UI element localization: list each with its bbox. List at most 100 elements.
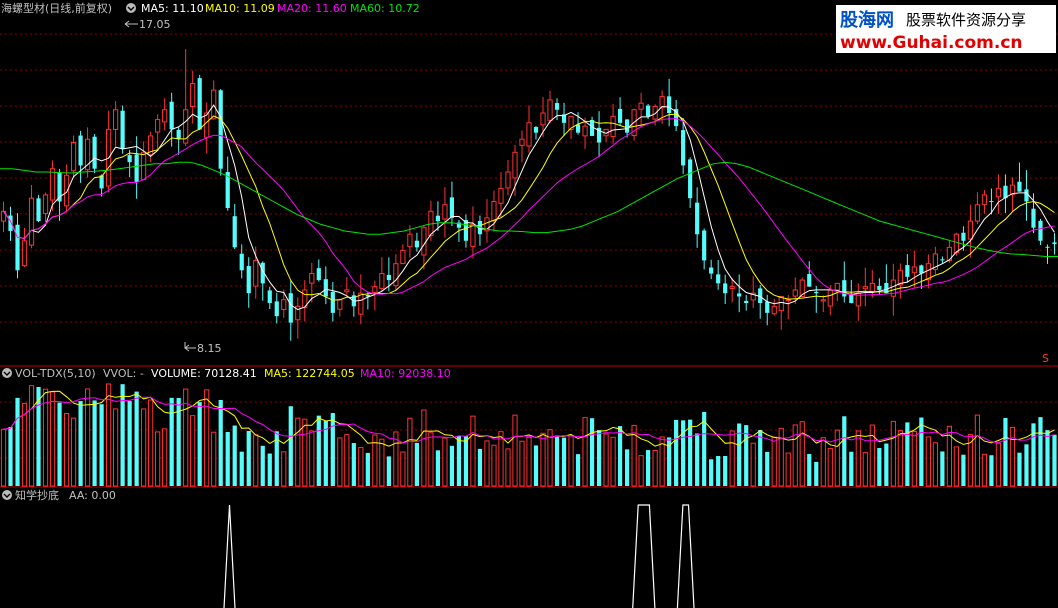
candle-body bbox=[765, 301, 770, 313]
candle-body bbox=[190, 83, 196, 107]
candle-body bbox=[267, 290, 272, 304]
volume-bar bbox=[70, 417, 77, 487]
volume-bar bbox=[337, 437, 343, 487]
volume-bar bbox=[8, 426, 13, 486]
candle-body bbox=[519, 138, 525, 146]
volume-bar bbox=[295, 417, 301, 487]
volume-bar bbox=[953, 446, 960, 487]
volume-bar bbox=[484, 440, 490, 487]
candle-body bbox=[21, 240, 28, 267]
volume-bar bbox=[827, 448, 833, 487]
candlesticks bbox=[0, 49, 1057, 341]
candle-body bbox=[989, 201, 994, 203]
candle-body bbox=[414, 240, 419, 248]
volume-bar bbox=[491, 444, 497, 487]
candle-body bbox=[232, 216, 237, 248]
indicator-dropdown-icon[interactable] bbox=[2, 490, 12, 500]
candle-body bbox=[323, 279, 328, 297]
volume-bar bbox=[302, 418, 308, 487]
candle-body bbox=[1031, 208, 1036, 228]
candle-body bbox=[70, 141, 77, 172]
candle-body bbox=[512, 151, 518, 179]
volume-bar bbox=[239, 451, 244, 486]
volume-bar bbox=[932, 442, 938, 487]
volume-bar bbox=[428, 432, 434, 487]
volume-bar bbox=[120, 384, 125, 486]
candle-body bbox=[862, 286, 868, 290]
price-dropdown-icon[interactable] bbox=[126, 3, 136, 13]
volume-bar bbox=[232, 425, 237, 486]
candle-body bbox=[155, 119, 161, 133]
volume-bar bbox=[1024, 444, 1029, 486]
volume-bar bbox=[862, 452, 868, 487]
volume-bar bbox=[365, 452, 370, 486]
volume-ma10-label: MA10: 92038.10 bbox=[360, 367, 451, 380]
candle-body bbox=[316, 268, 321, 281]
candle-body bbox=[533, 127, 539, 133]
volume-bar bbox=[281, 451, 287, 487]
indicator-aa-label: AA: 0.00 bbox=[69, 489, 116, 502]
candle-body bbox=[274, 301, 279, 317]
candle-body bbox=[1052, 242, 1057, 245]
volume-bar bbox=[323, 420, 328, 486]
candle-body bbox=[877, 285, 882, 290]
volume-bar bbox=[456, 435, 462, 486]
volume-bar bbox=[225, 431, 230, 486]
watermark-brand-a: 股海网 bbox=[839, 9, 894, 31]
candle-body bbox=[78, 135, 83, 166]
volume-bar bbox=[267, 453, 272, 486]
volume-dropdown-icon[interactable] bbox=[2, 368, 12, 378]
candle-body bbox=[393, 263, 399, 287]
volume-vvol-label: VVOL: - bbox=[103, 367, 144, 380]
volume-bar bbox=[617, 426, 623, 486]
volume-bar bbox=[316, 415, 321, 486]
candle-body bbox=[547, 99, 553, 121]
candle-body bbox=[554, 103, 560, 110]
volume-bar bbox=[1009, 426, 1016, 487]
volume-bar bbox=[646, 450, 651, 486]
candle-body bbox=[372, 286, 378, 294]
candle-body bbox=[778, 295, 784, 312]
candle-body bbox=[176, 129, 181, 140]
volume-bar bbox=[905, 422, 910, 486]
volume-bar bbox=[21, 402, 28, 487]
candle-body bbox=[505, 171, 511, 189]
candle-body bbox=[407, 233, 413, 248]
volume-bar bbox=[407, 417, 413, 487]
candle-body bbox=[827, 289, 833, 307]
candle-body bbox=[792, 289, 798, 297]
volume-bar bbox=[989, 455, 994, 486]
candle-body bbox=[869, 282, 875, 293]
volume-bar bbox=[981, 453, 988, 487]
stock-chart[interactable]: 海螺型材(日线,前复权) MA5: 11.10 MA10: 11.09 MA20… bbox=[0, 0, 1058, 608]
volume-bar bbox=[28, 385, 35, 487]
volume-bar bbox=[260, 445, 265, 486]
volume-bar bbox=[758, 430, 763, 486]
candle-body bbox=[246, 266, 251, 294]
candle-body bbox=[470, 223, 476, 247]
low-pointer-icon bbox=[184, 342, 196, 352]
volume-bar bbox=[421, 409, 427, 487]
volume-bar bbox=[729, 430, 735, 487]
volume-bar bbox=[505, 448, 511, 487]
volume-bar bbox=[435, 450, 441, 486]
candle-body bbox=[162, 109, 168, 123]
volume-bar bbox=[218, 399, 223, 486]
volume-bar bbox=[190, 415, 196, 487]
candle-body bbox=[1017, 181, 1022, 192]
candle-body bbox=[42, 194, 49, 214]
volume-bar bbox=[807, 453, 812, 486]
volume-bars bbox=[0, 383, 1057, 487]
volume-bar bbox=[78, 401, 83, 486]
volume-bar bbox=[15, 397, 20, 486]
candle-body bbox=[92, 136, 97, 169]
candle-body bbox=[36, 198, 41, 222]
volume-bar bbox=[442, 437, 448, 487]
volume-bar bbox=[785, 452, 791, 487]
candle-body bbox=[582, 125, 588, 137]
volume-bar bbox=[897, 430, 903, 487]
volume-bar bbox=[1038, 417, 1043, 486]
volume-bar bbox=[771, 436, 777, 487]
candle-body bbox=[967, 220, 974, 240]
volume-bar bbox=[162, 428, 168, 487]
